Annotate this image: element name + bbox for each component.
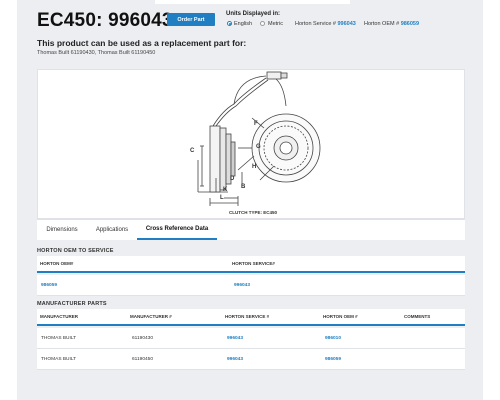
dim-label-l: L: [220, 195, 224, 201]
column-header: HORTON OEM#: [40, 261, 74, 266]
horton-service-value[interactable]: 996043: [338, 21, 356, 27]
table-row: THOMAS BUILT 61190430 996043 986010: [37, 328, 465, 349]
manufacturer-parts-heading: MANUFACTURER PARTS: [37, 301, 107, 307]
table-header: HORTON OEM# HORTON SERVICE#: [37, 256, 465, 273]
tab-cross-reference-data[interactable]: Cross Reference Data: [137, 220, 217, 240]
tab-bar: Dimensions Applications Cross Reference …: [37, 219, 465, 240]
dim-label-f: F: [254, 121, 258, 127]
table-header: MANUFACTURER MANUFACTURER # HORTON SERVI…: [37, 309, 465, 326]
english-radio[interactable]: [227, 21, 232, 26]
service-number-link[interactable]: 996043: [234, 275, 250, 296]
metric-label[interactable]: Metric: [268, 21, 283, 27]
table-row: 986059 996043: [37, 275, 465, 296]
top-bar: [155, 0, 350, 4]
english-label[interactable]: English: [234, 21, 252, 27]
oem-number-link[interactable]: 986010: [325, 328, 341, 349]
dim-label-b: B: [241, 184, 246, 190]
order-part-button[interactable]: Order Part: [167, 13, 215, 26]
oem-number-link[interactable]: 986059: [325, 349, 341, 370]
horton-oem-label: Horton OEM #: [364, 20, 400, 27]
horton-service-label: Horton Service #: [295, 20, 336, 27]
horton-oem-ref: Horton OEM # 986059: [364, 21, 419, 27]
column-header: MANUFACTURER #: [130, 314, 172, 319]
replacement-parts: Thomas Built 61190430, Thomas Built 6119…: [37, 50, 156, 56]
mfr-number-cell: 61190450: [132, 357, 153, 362]
column-header: HORTON SERVICE#: [232, 261, 275, 266]
units-label: Units Displayed in:: [226, 11, 281, 17]
oem-number-link[interactable]: 986059: [41, 275, 57, 296]
clutch-diagram-card: C D K B L F G H: [37, 69, 465, 219]
table-row: THOMAS BUILT 61190450 996043 986059: [37, 349, 465, 370]
clutch-type-caption: CLUTCH TYPE: EC450: [229, 210, 278, 215]
clutch-diagram: C D K B L F G H: [190, 71, 321, 206]
dim-label-d: D: [230, 176, 235, 182]
page-title: EC450: 996043: [37, 10, 173, 31]
dim-label-g: G: [256, 144, 261, 150]
dim-label-k: K: [223, 187, 228, 193]
mfr-number-cell: 61190430: [132, 336, 153, 341]
column-header: MANUFACTURER: [40, 314, 78, 319]
oem-to-service-heading: HORTON OEM TO SERVICE: [37, 248, 114, 254]
column-header: COMMENTS: [404, 314, 431, 319]
metric-radio[interactable]: [260, 21, 265, 26]
manufacturer-cell: THOMAS BUILT: [41, 336, 77, 341]
service-number-link[interactable]: 996043: [227, 328, 243, 349]
dim-label-c: C: [190, 148, 195, 154]
tab-dimensions[interactable]: Dimensions: [37, 220, 87, 240]
tab-applications[interactable]: Applications: [87, 220, 137, 240]
horton-oem-value[interactable]: 986059: [401, 21, 419, 27]
column-header: HORTON SERVICE #: [225, 314, 270, 319]
manufacturer-cell: THOMAS BUILT: [41, 357, 77, 362]
column-header: HORTON OEM #: [323, 314, 358, 319]
horton-service-ref: Horton Service # 996043: [295, 21, 356, 27]
replacement-heading: This product can be used as a replacemen…: [37, 38, 247, 48]
service-number-link[interactable]: 996043: [227, 349, 243, 370]
dim-label-h: H: [252, 164, 256, 170]
